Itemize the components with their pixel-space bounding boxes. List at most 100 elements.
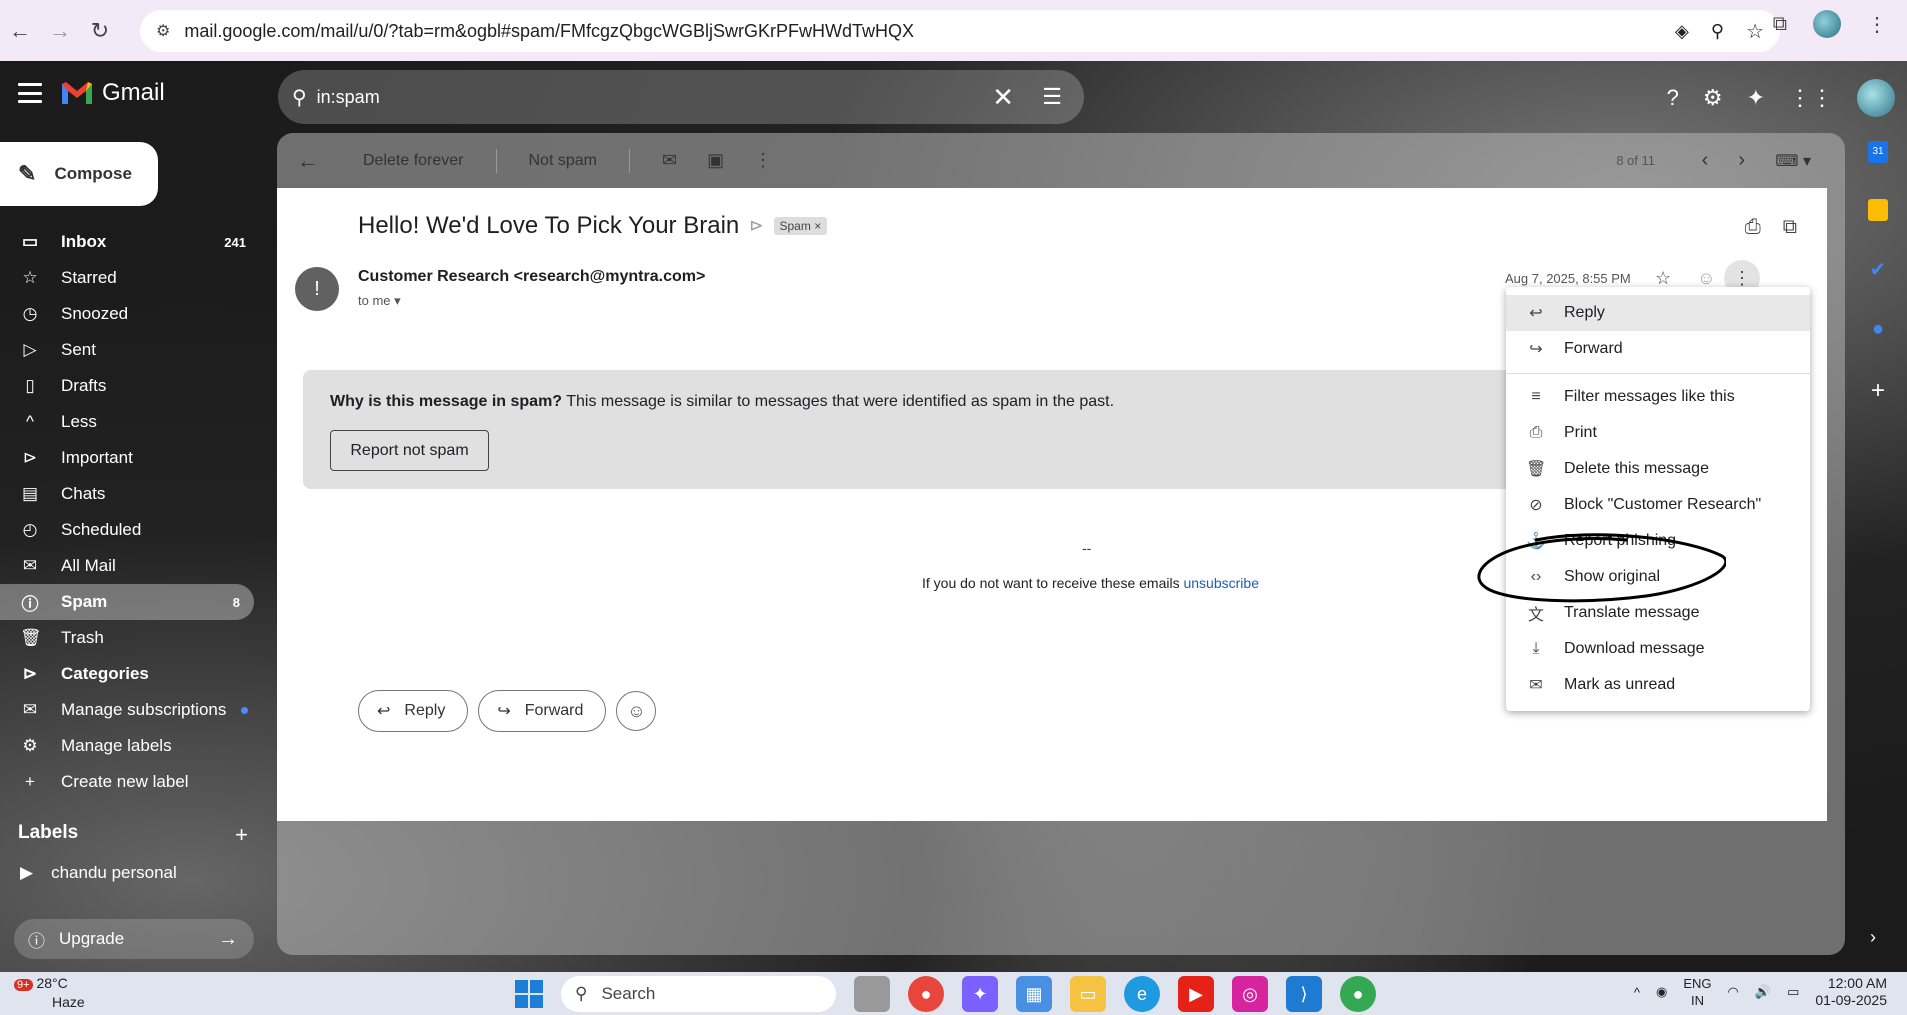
menu-item-block[interactable]: ⊘ Block "Customer Research"	[1506, 487, 1810, 523]
star-icon[interactable]: ☆	[1655, 268, 1671, 289]
search-input[interactable]: in:spam	[317, 87, 380, 108]
older-icon[interactable]: ›	[1738, 149, 1745, 172]
emoji-react-button[interactable]: ☺	[616, 691, 657, 731]
menu-item-delete[interactable]: 🗑 Delete this message	[1506, 451, 1810, 487]
sidebar-item-manage-subscriptions[interactable]: ✉ Manage subscriptions	[0, 692, 260, 728]
unsubscribe-link[interactable]: unsubscribe	[1183, 575, 1259, 591]
back-icon[interactable]: ←	[0, 11, 40, 51]
sender-name[interactable]: Customer Research <research@myntra.com>	[358, 268, 705, 286]
print-all-icon[interactable]: ⎙	[1745, 216, 1761, 239]
sidebar-item-less[interactable]: ^ Less	[0, 404, 260, 440]
wifi-icon[interactable]: ◠	[1728, 984, 1739, 1000]
input-tools-icon[interactable]: ⌨ ▾	[1775, 151, 1811, 171]
apps-grid-icon[interactable]: ⋮⋮	[1789, 85, 1833, 111]
menu-item-translate[interactable]: 文 Translate message	[1506, 595, 1810, 631]
volume-icon[interactable]: 🔊	[1755, 984, 1771, 1000]
compose-button[interactable]: ✎ Compose	[0, 142, 158, 206]
youtube-icon[interactable]: ▶	[1178, 976, 1214, 1012]
store-icon[interactable]: ▦	[1016, 976, 1052, 1012]
sidebar-item-trash[interactable]: 🗑 Trash	[0, 620, 260, 656]
weather-widget[interactable]: 9+ 28°C Haze	[14, 975, 85, 1011]
open-new-window-icon[interactable]: ⧉	[1783, 216, 1797, 239]
edge-icon[interactable]: e	[1124, 976, 1160, 1012]
menu-item-print[interactable]: ⎙ Print	[1506, 415, 1810, 451]
sidebar-item-create-label[interactable]: + Create new label	[0, 764, 260, 800]
copilot-icon[interactable]: ✦	[962, 976, 998, 1012]
site-settings-icon[interactable]: ⚙	[156, 21, 170, 41]
chrome-profile-icon[interactable]: ●	[1340, 976, 1376, 1012]
search-bar[interactable]: ⚲ in:spam ✕ ☰	[278, 70, 1084, 124]
taskbar-search[interactable]: ⚲ Search	[561, 976, 836, 1012]
profile-avatar[interactable]	[1813, 10, 1841, 38]
sidebar-item-scheduled[interactable]: ◴ Scheduled	[0, 512, 260, 548]
sidebar-item-snoozed[interactable]: ◷ Snoozed	[0, 296, 260, 332]
upgrade-button[interactable]: ⓘ Upgrade →	[14, 919, 254, 959]
menu-item-mark-unread[interactable]: ✉ Mark as unread	[1506, 667, 1810, 703]
more-options-icon[interactable]: ⋮	[754, 150, 772, 171]
label-chandu-personal[interactable]: ▶ chandu personal	[20, 863, 177, 883]
report-not-spam-button[interactable]: Report not spam	[330, 430, 489, 471]
move-to-icon[interactable]: ▣	[707, 150, 724, 171]
keep-icon[interactable]	[1868, 199, 1888, 221]
extension-diamond-icon[interactable]: ◈	[1675, 21, 1689, 42]
add-label-icon[interactable]: +	[235, 822, 248, 848]
sidebar-item-chats[interactable]: ▤ Chats	[0, 476, 260, 512]
menu-item-report-phishing[interactable]: ⚓ Report phishing	[1506, 523, 1810, 559]
get-addons-icon[interactable]: +	[1871, 377, 1885, 405]
search-options-icon[interactable]: ☰	[1042, 84, 1062, 110]
sidebar-item-all-mail[interactable]: ✉ All Mail	[0, 548, 260, 584]
recipient-details[interactable]: to me ▾	[358, 293, 401, 309]
gemini-sparkle-icon[interactable]: ✦	[1747, 85, 1765, 111]
vscode-icon[interactable]: ⟩	[1286, 976, 1322, 1012]
back-to-list-icon[interactable]: ←	[297, 148, 319, 174]
newer-icon[interactable]: ‹	[1702, 149, 1709, 172]
browser-menu-icon[interactable]: ⋮	[1867, 12, 1887, 37]
forward-nav-icon[interactable]: →	[40, 11, 80, 51]
instagram-icon[interactable]: ◎	[1232, 976, 1268, 1012]
not-spam-button[interactable]: Not spam	[529, 152, 597, 170]
extensions-icon[interactable]: ⧉	[1773, 13, 1787, 36]
sidebar-item-important[interactable]: ⊳ Important	[0, 440, 260, 476]
zoom-icon[interactable]: ⚲	[1711, 21, 1724, 42]
task-view-icon[interactable]	[854, 976, 890, 1012]
help-icon[interactable]: ?	[1667, 85, 1679, 111]
reload-icon[interactable]: ↻	[80, 11, 120, 51]
url-text[interactable]: mail.google.com/mail/u/0/?tab=rm&ogbl#sp…	[184, 21, 914, 42]
reply-button[interactable]: ↩ Reply	[358, 690, 469, 732]
spam-chip[interactable]: Spam ×	[773, 217, 828, 235]
menu-item-reply[interactable]: ↩ Reply	[1506, 295, 1810, 331]
chrome-icon[interactable]: ●	[908, 976, 944, 1012]
importance-marker-icon[interactable]: ⊳	[749, 216, 763, 236]
file-explorer-icon[interactable]: ▭	[1070, 976, 1106, 1012]
sidebar-item-drafts[interactable]: ▯ Drafts	[0, 368, 260, 404]
search-icon[interactable]: ⚲	[292, 85, 307, 110]
sidebar-item-spam[interactable]: ⓘ Spam 8	[0, 584, 254, 620]
battery-icon[interactable]: ▭	[1787, 984, 1799, 1000]
language-indicator[interactable]: ENG IN	[1683, 975, 1711, 1009]
menu-item-filter[interactable]: ≡ Filter messages like this	[1506, 379, 1810, 415]
meet-now-icon[interactable]: ◉	[1656, 984, 1667, 1000]
tray-overflow-icon[interactable]: ^	[1634, 985, 1640, 1000]
sidebar-item-sent[interactable]: ▷ Sent	[0, 332, 260, 368]
contacts-icon[interactable]: ●	[1872, 318, 1884, 341]
sidebar-item-starred[interactable]: ☆ Starred	[0, 260, 260, 296]
sidebar-item-manage-labels[interactable]: ⚙ Manage labels	[0, 728, 260, 764]
address-bar[interactable]: ⚙ mail.google.com/mail/u/0/?tab=rm&ogbl#…	[140, 10, 1780, 52]
windows-start-icon[interactable]	[515, 980, 543, 1008]
forward-button[interactable]: ↪ Forward	[478, 690, 607, 732]
menu-item-forward[interactable]: ↪ Forward	[1506, 331, 1810, 367]
sidebar-item-inbox[interactable]: ▭ Inbox 241	[0, 224, 260, 260]
menu-item-show-original[interactable]: ‹› Show original	[1506, 559, 1810, 595]
gmail-logo[interactable]: Gmail	[60, 79, 165, 107]
delete-forever-button[interactable]: Delete forever	[363, 152, 464, 170]
calendar-icon[interactable]: 31	[1868, 141, 1888, 163]
account-avatar[interactable]	[1857, 79, 1895, 117]
mark-unread-icon[interactable]: ✉	[662, 150, 677, 171]
bookmark-star-icon[interactable]: ☆	[1746, 19, 1764, 44]
expand-panel-icon[interactable]: ›	[1870, 927, 1876, 948]
settings-gear-icon[interactable]: ⚙	[1703, 85, 1723, 111]
tasks-icon[interactable]: ✔	[1870, 257, 1887, 282]
sidebar-item-categories[interactable]: ⊳ Categories	[0, 656, 260, 692]
emoji-react-icon[interactable]: ☺	[1697, 268, 1715, 289]
clock[interactable]: 12:00 AM 01-09-2025	[1815, 975, 1887, 1009]
